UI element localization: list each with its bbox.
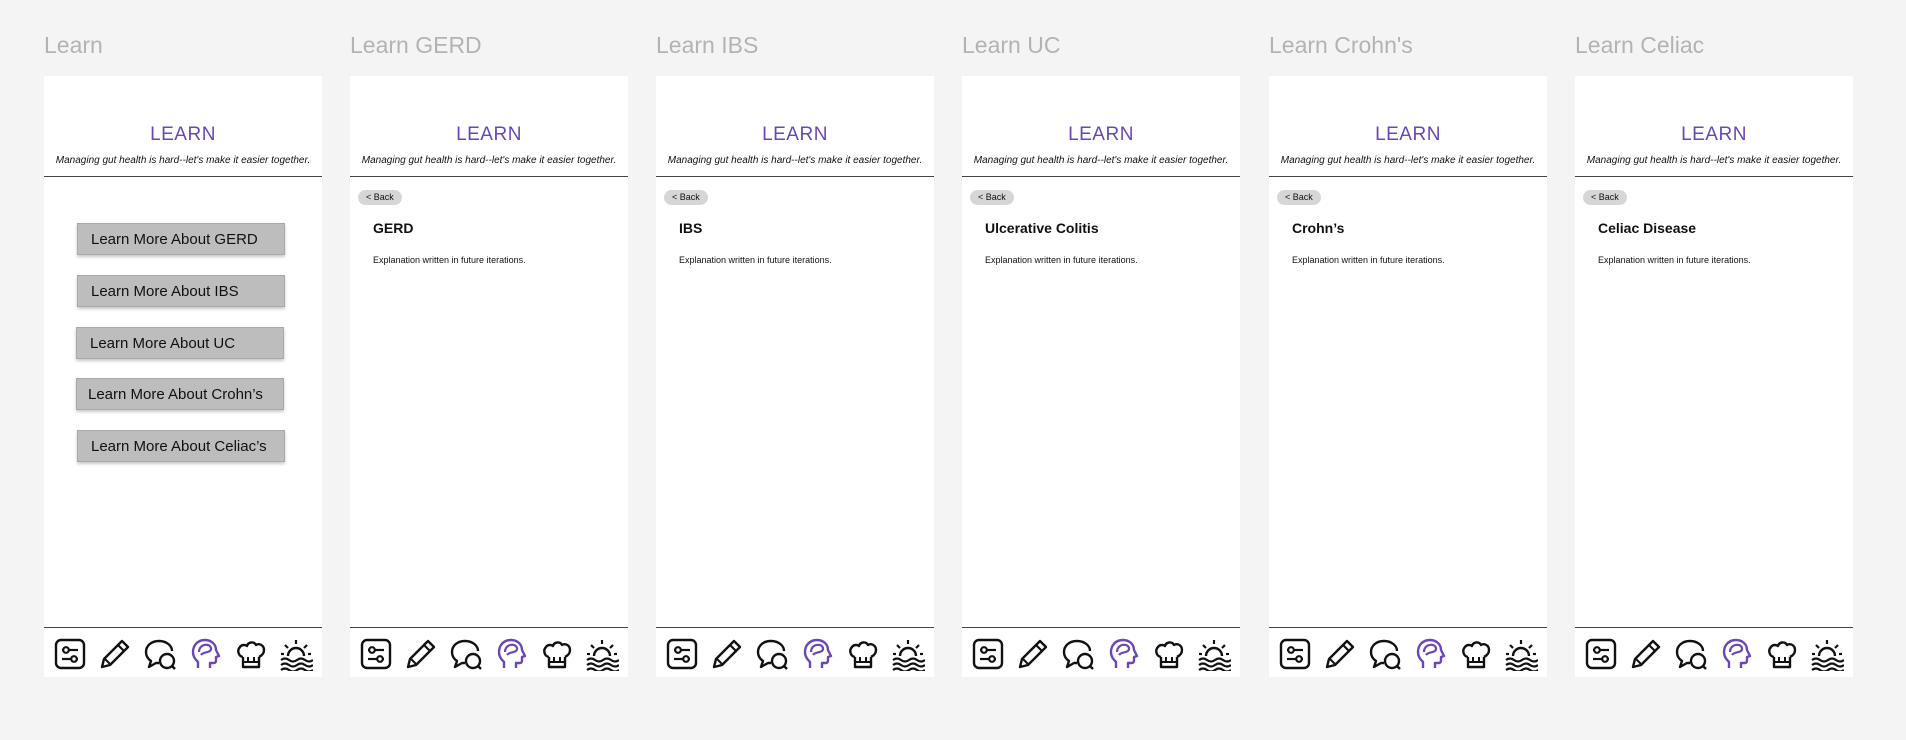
sunrise-icon[interactable]: [585, 637, 620, 671]
back-button[interactable]: < Back: [1277, 190, 1321, 205]
chef-hat-icon[interactable]: [1765, 637, 1799, 671]
frame-label-learn: Learn: [44, 32, 103, 58]
pencil-icon[interactable]: [1323, 637, 1357, 671]
topic-title: Celiac Disease: [1598, 220, 1697, 236]
chef-hat-icon[interactable]: [1459, 637, 1493, 671]
chat-bubbles-icon[interactable]: [449, 637, 483, 671]
tagline: Managing gut health is hard--let's make …: [1586, 155, 1842, 166]
tagline: Managing gut health is hard--let's make …: [973, 155, 1229, 166]
bottom-nav: [656, 634, 934, 674]
chat-bubbles-icon[interactable]: [1368, 637, 1402, 671]
phone-screen-gerd: LEARN Managing gut health is hard--let's…: [350, 76, 628, 677]
brain-head-icon[interactable]: [801, 637, 835, 671]
nav-divider: [962, 627, 1240, 628]
nav-divider: [656, 627, 934, 628]
settings-sliders-icon[interactable]: [1584, 637, 1618, 671]
header-divider: [44, 176, 322, 177]
chat-bubbles-icon[interactable]: [1674, 637, 1708, 671]
brain-head-icon[interactable]: [495, 637, 529, 671]
settings-sliders-icon[interactable]: [359, 637, 393, 671]
pencil-icon[interactable]: [404, 637, 438, 671]
page-title: LEARN: [456, 124, 522, 145]
phone-screen-uc: LEARN Managing gut health is hard--let's…: [962, 76, 1240, 677]
page-title: LEARN: [150, 124, 216, 145]
header-divider: [1269, 176, 1547, 177]
topic-title: IBS: [679, 220, 703, 236]
sunrise-icon[interactable]: [1197, 637, 1232, 671]
page-title: LEARN: [1681, 124, 1747, 145]
topic-explanation: Explanation written in future iterations…: [679, 255, 832, 265]
back-button[interactable]: < Back: [358, 190, 402, 205]
phone-screen-learn: LEARN Managing gut health is hard--let's…: [44, 76, 322, 677]
learn-ibs-button[interactable]: Learn More About IBS: [77, 275, 285, 307]
frame-label-ibs: Learn IBS: [656, 32, 759, 58]
chef-hat-icon[interactable]: [234, 637, 268, 671]
bottom-nav: [962, 634, 1240, 674]
topic-explanation: Explanation written in future iterations…: [1598, 255, 1751, 265]
frame-label-crohns: Learn Crohn's: [1269, 32, 1413, 58]
sunrise-icon[interactable]: [891, 637, 926, 671]
learn-uc-button[interactable]: Learn More About UC: [76, 327, 284, 359]
topic-explanation: Explanation written in future iterations…: [373, 255, 526, 265]
nav-divider: [350, 627, 628, 628]
brain-head-icon[interactable]: [1414, 637, 1448, 671]
chat-bubbles-icon[interactable]: [1061, 637, 1095, 671]
sunrise-icon[interactable]: [279, 637, 314, 671]
settings-sliders-icon[interactable]: [1278, 637, 1312, 671]
settings-sliders-icon[interactable]: [53, 637, 87, 671]
brain-head-icon[interactable]: [1720, 637, 1754, 671]
frame-label-celiac: Learn Celiac: [1575, 32, 1705, 58]
topic-explanation: Explanation written in future iterations…: [985, 255, 1138, 265]
back-button[interactable]: < Back: [970, 190, 1014, 205]
topic-title: GERD: [373, 220, 414, 236]
header-divider: [350, 176, 628, 177]
page-title: LEARN: [1068, 124, 1134, 145]
pencil-icon[interactable]: [1629, 637, 1663, 671]
learn-gerd-button[interactable]: Learn More About GERD: [77, 223, 285, 255]
bottom-nav: [350, 634, 628, 674]
sunrise-icon[interactable]: [1504, 637, 1539, 671]
frame-label-uc: Learn UC: [962, 32, 1061, 58]
chef-hat-icon[interactable]: [540, 637, 574, 671]
bottom-nav: [1575, 634, 1853, 674]
page-title: LEARN: [762, 124, 828, 145]
header-divider: [962, 176, 1240, 177]
page-title: LEARN: [1375, 124, 1441, 145]
pencil-icon[interactable]: [710, 637, 744, 671]
tagline: Managing gut health is hard--let's make …: [667, 155, 923, 166]
settings-sliders-icon[interactable]: [665, 637, 699, 671]
tagline: Managing gut health is hard--let's make …: [1280, 155, 1536, 166]
phone-screen-crohns: LEARN Managing gut health is hard--let's…: [1269, 76, 1547, 677]
brain-head-icon[interactable]: [189, 637, 223, 671]
bottom-nav: [44, 634, 322, 674]
topic-title: Ulcerative Colitis: [985, 220, 1099, 236]
chat-bubbles-icon[interactable]: [143, 637, 177, 671]
tagline: Managing gut health is hard--let's make …: [361, 155, 617, 166]
nav-divider: [1575, 627, 1853, 628]
pencil-icon[interactable]: [98, 637, 132, 671]
chat-bubbles-icon[interactable]: [755, 637, 789, 671]
sunrise-icon[interactable]: [1810, 637, 1845, 671]
phone-screen-ibs: LEARN Managing gut health is hard--let's…: [656, 76, 934, 677]
settings-sliders-icon[interactable]: [971, 637, 1005, 671]
brain-head-icon[interactable]: [1107, 637, 1141, 671]
chef-hat-icon[interactable]: [846, 637, 880, 671]
back-button[interactable]: < Back: [664, 190, 708, 205]
bottom-nav: [1269, 634, 1547, 674]
chef-hat-icon[interactable]: [1152, 637, 1186, 671]
topic-title: Crohn’s: [1292, 220, 1345, 236]
header-divider: [1575, 176, 1853, 177]
tagline: Managing gut health is hard--let's make …: [55, 155, 311, 166]
learn-celiac-button[interactable]: Learn More About Celiac’s: [77, 430, 285, 462]
back-button[interactable]: < Back: [1583, 190, 1627, 205]
frame-label-gerd: Learn GERD: [350, 32, 482, 58]
learn-crohns-button[interactable]: Learn More About Crohn’s: [76, 378, 284, 410]
pencil-icon[interactable]: [1016, 637, 1050, 671]
nav-divider: [1269, 627, 1547, 628]
topic-explanation: Explanation written in future iterations…: [1292, 255, 1445, 265]
nav-divider: [44, 627, 322, 628]
phone-screen-celiac: LEARN Managing gut health is hard--let's…: [1575, 76, 1853, 677]
header-divider: [656, 176, 934, 177]
